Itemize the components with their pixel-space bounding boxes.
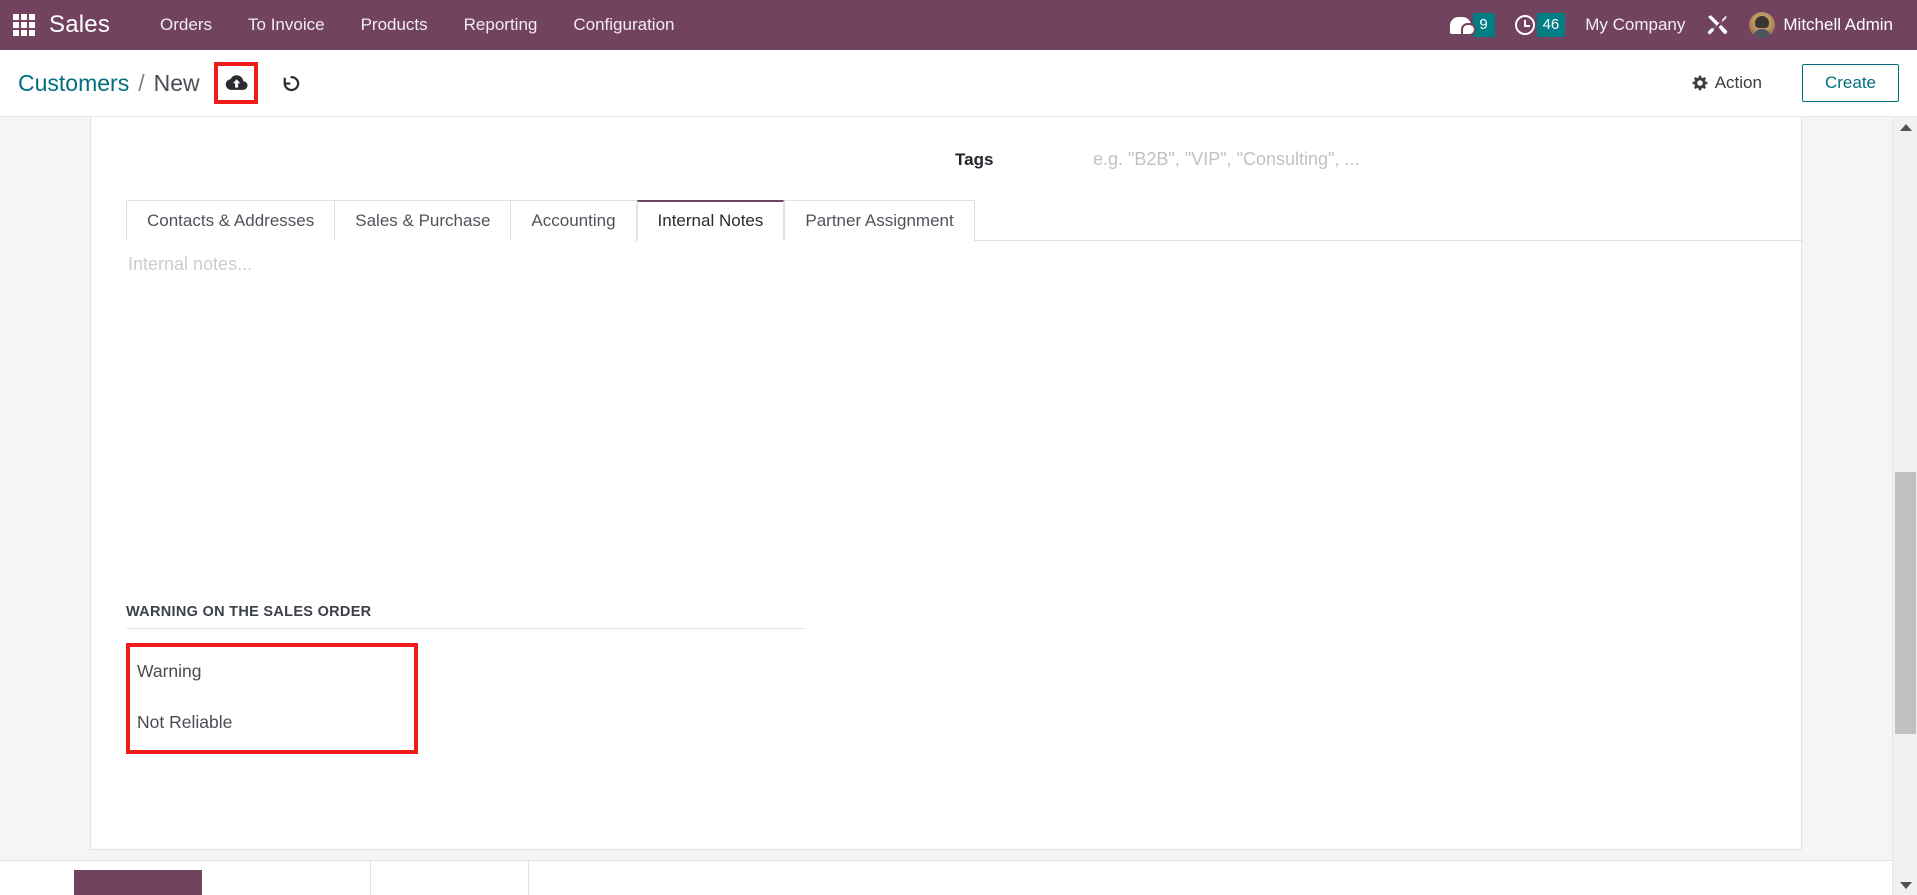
scroll-up-arrow[interactable]: [1893, 117, 1917, 137]
tags-field-label: Tags: [955, 150, 994, 169]
undo-discard-icon[interactable]: [280, 72, 302, 94]
action-menu-button[interactable]: Action: [1678, 67, 1776, 99]
scroll-down-arrow[interactable]: [1893, 875, 1917, 895]
form-view-body: Tags Contacts & Addresses Sales & Purcha…: [0, 117, 1917, 860]
nav-menu-products[interactable]: Products: [343, 0, 446, 50]
vertical-scrollbar[interactable]: [1892, 117, 1917, 895]
debug-menu[interactable]: [1695, 0, 1739, 50]
activities-count-badge: 46: [1536, 13, 1566, 37]
control-panel-actions: Action Create: [1678, 64, 1917, 102]
tags-input[interactable]: [1091, 148, 1701, 171]
bottom-partial-window: [0, 860, 1917, 895]
breadcrumb-separator: /: [138, 69, 145, 96]
tab-accounting[interactable]: Accounting: [511, 200, 637, 241]
bottom-divider-1: [370, 861, 371, 895]
bottom-divider-2: [528, 861, 529, 895]
action-menu-label: Action: [1714, 73, 1762, 92]
odoo-sales-customer-form: Sales Orders To Invoice Products Reporti…: [0, 0, 1917, 895]
app-brand-sales[interactable]: Sales: [49, 11, 110, 39]
sale-warning-group-title: WARNING ON THE SALES ORDER: [126, 604, 806, 629]
sale-warning-options: Warning Not Reliable: [126, 643, 418, 754]
systray: 9 46 My Company Mitchell Admin: [1440, 0, 1917, 50]
sale-warning-option-warning[interactable]: Warning: [137, 655, 408, 689]
form-sheet: Tags Contacts & Addresses Sales & Purcha…: [90, 117, 1803, 850]
tools-icon: [1707, 15, 1728, 35]
save-record-button[interactable]: [213, 62, 258, 104]
control-panel: Customers / New Action Create: [0, 50, 1917, 117]
sale-warning-group: WARNING ON THE SALES ORDER Warning Not R…: [126, 604, 806, 754]
messages-count-badge: 9: [1472, 13, 1495, 37]
nav-menu-reporting[interactable]: Reporting: [446, 0, 556, 50]
avatar: [1749, 12, 1776, 38]
clock-icon: [1514, 15, 1535, 35]
tab-sales-purchase[interactable]: Sales & Purchase: [335, 200, 512, 241]
breadcrumb-customers-link[interactable]: Customers: [18, 70, 129, 97]
breadcrumb: Customers / New: [0, 62, 302, 104]
bottom-color-swatch: [74, 870, 202, 895]
grid-apps-icon[interactable]: [13, 14, 35, 36]
top-navbar: Sales Orders To Invoice Products Reporti…: [0, 0, 1917, 50]
notebook-tabs: Contacts & Addresses Sales & Purchase Ac…: [126, 199, 1803, 241]
breadcrumb-current-record: New: [153, 69, 200, 96]
internal-notes-textarea[interactable]: [126, 249, 1526, 479]
activities-menu[interactable]: 46: [1505, 0, 1576, 50]
sale-warning-option-not-reliable[interactable]: Not Reliable: [137, 706, 408, 740]
company-name-label: My Company: [1585, 15, 1686, 34]
nav-menu-orders[interactable]: Orders: [142, 0, 230, 50]
create-button[interactable]: Create: [1801, 64, 1899, 102]
cloud-upload-save-icon: [225, 75, 248, 90]
company-switcher[interactable]: My Company: [1575, 0, 1695, 50]
scrollbar-thumb[interactable]: [1895, 472, 1916, 734]
nav-menu-to-invoice[interactable]: To Invoice: [230, 0, 343, 50]
chat-bubble-icon: [1449, 16, 1476, 36]
user-name-label: Mitchell Admin: [1783, 15, 1893, 34]
tab-partner-assignment[interactable]: Partner Assignment: [784, 200, 975, 241]
gear-icon: [1692, 75, 1708, 91]
tab-contacts-addresses[interactable]: Contacts & Addresses: [126, 200, 336, 241]
internal-notes-pane: WARNING ON THE SALES ORDER Warning Not R…: [126, 241, 1803, 841]
user-menu[interactable]: Mitchell Admin: [1739, 0, 1903, 50]
messages-menu[interactable]: 9: [1440, 0, 1505, 50]
nav-menu-configuration[interactable]: Configuration: [555, 0, 692, 50]
tab-internal-notes[interactable]: Internal Notes: [636, 200, 785, 241]
